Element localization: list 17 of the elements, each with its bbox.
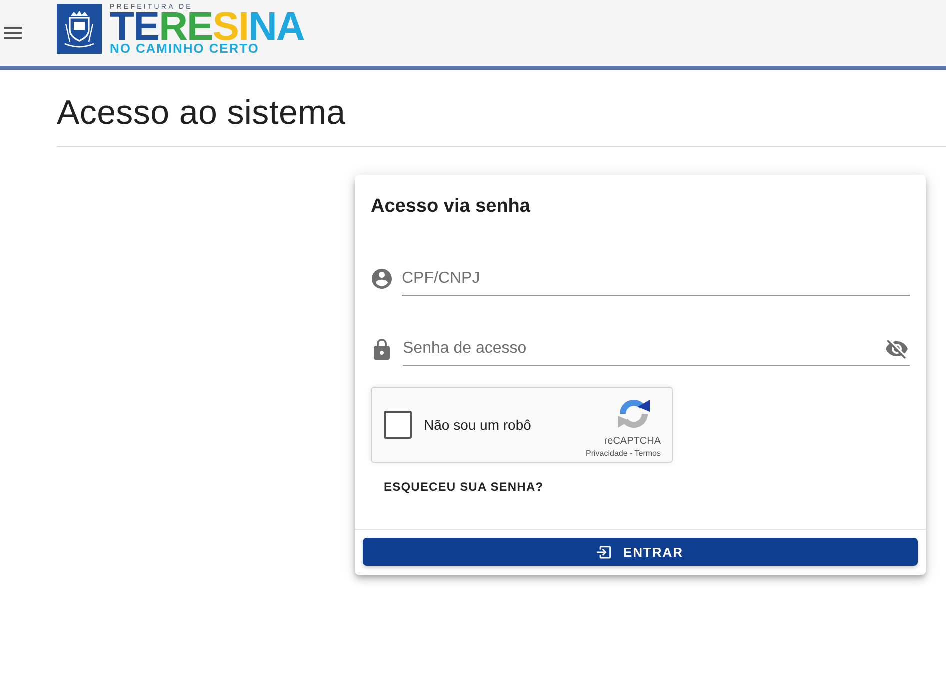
captcha-brand-text: reCAPTCHA [604, 436, 661, 448]
eye-off-icon[interactable] [886, 340, 908, 359]
forgot-password-link[interactable]: ESQUECEU SUA SENHA? [371, 469, 557, 505]
logo-tagline: NO CAMINHO CERTO [110, 42, 260, 55]
page-title: Acesso ao sistema [57, 93, 946, 147]
lock-icon [374, 338, 390, 360]
captcha-label: Não sou um robô [424, 417, 532, 433]
menu-icon[interactable] [4, 27, 22, 39]
card-title: Acesso via senha [371, 195, 532, 219]
privacy-terms-link[interactable]: Privacidade - Termos [586, 448, 661, 459]
submit-button[interactable]: ENTRAR [363, 538, 918, 566]
text-input-field[interactable]: CPF/CNPJ [402, 262, 910, 296]
captcha-checkbox[interactable] [384, 411, 412, 439]
logo-wordmark: TERESINA [110, 12, 304, 42]
circular-arrows-icon [618, 398, 650, 430]
coat-of-arms-icon[interactable] [57, 4, 102, 54]
login-icon [597, 546, 612, 558]
